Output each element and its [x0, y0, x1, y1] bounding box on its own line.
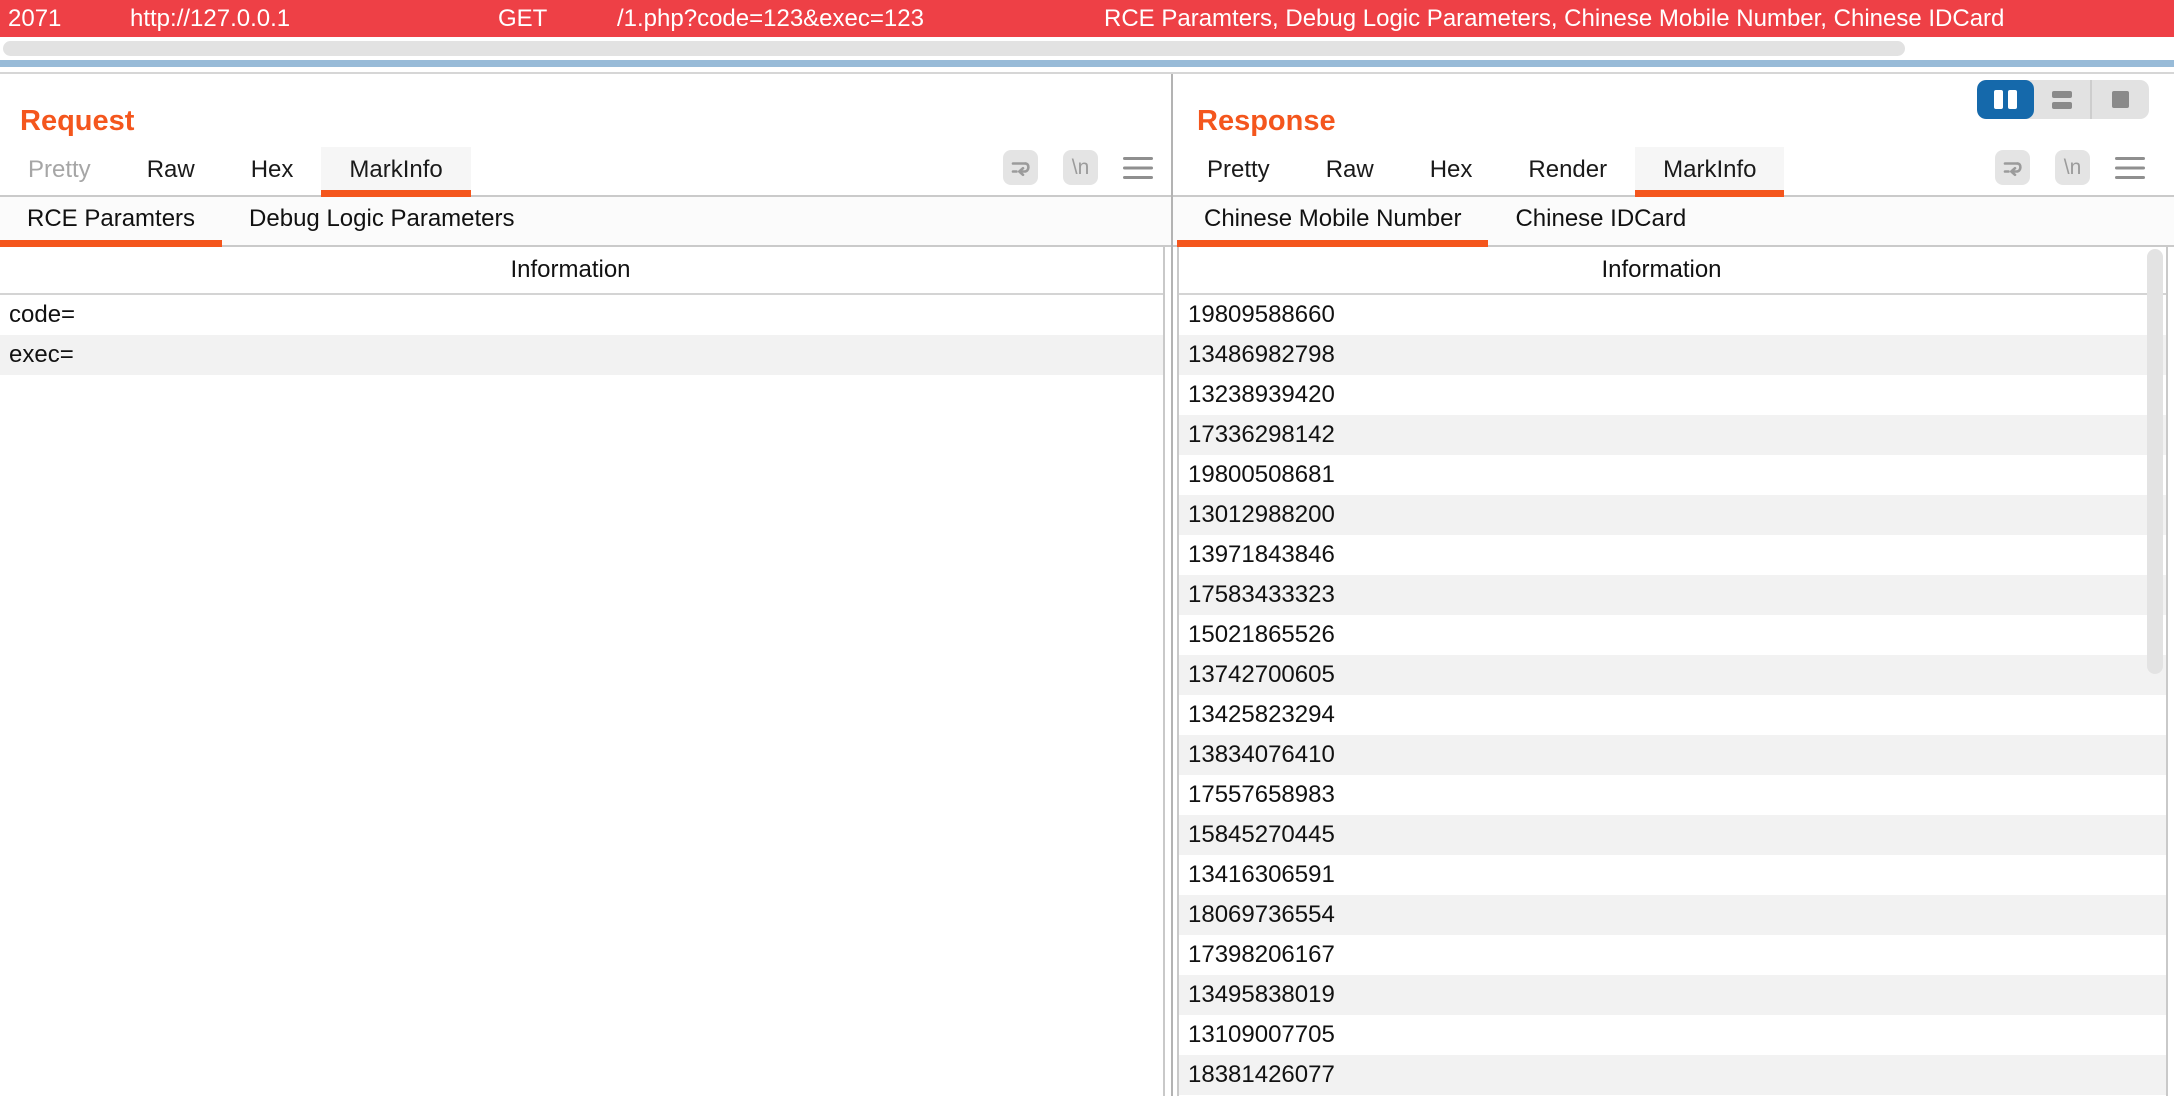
vertical-scrollbar-thumb[interactable] — [2147, 249, 2163, 674]
message-editor-panels: Request Pretty Raw Hex MarkInfo \n RCE Para… — [0, 72, 2174, 1096]
information-column-header[interactable]: Information — [1179, 247, 2166, 295]
information-column-header[interactable]: Information — [0, 247, 1163, 295]
request-editor-tabs: Pretty Raw Hex MarkInfo — [0, 147, 1171, 197]
request-markinfo-table: Information code= exec= — [0, 247, 1165, 1096]
table-row[interactable]: 19800508681 — [1179, 455, 2166, 495]
horizontal-scrollbar-thumb[interactable] — [3, 41, 1905, 56]
response-editor-toolbar: \n — [1995, 150, 2145, 185]
focus-separator-line — [0, 60, 2174, 67]
newline-toggle-icon[interactable]: \n — [2055, 150, 2090, 185]
stacked-rows-layout-button[interactable] — [2034, 80, 2091, 119]
tab-markinfo[interactable]: MarkInfo — [321, 147, 472, 197]
table-row[interactable]: 15845270445 — [1179, 815, 2166, 855]
tab-hex[interactable]: Hex — [223, 147, 322, 195]
table-row[interactable]: 13109007705 — [1179, 1015, 2166, 1055]
subtab-rce-paramters[interactable]: RCE Paramters — [0, 197, 223, 247]
rows-layout-icon — [2052, 90, 2072, 109]
response-markinfo-rows: 19809588660 13486982798 13238939420 1733629… — [1179, 295, 2166, 1095]
table-row[interactable]: 13742700605 — [1179, 655, 2166, 695]
request-panel: Request Pretty Raw Hex MarkInfo \n RCE Para… — [0, 74, 1171, 1096]
single-layout-icon — [2112, 91, 2130, 108]
table-row[interactable]: 18381426077 — [1179, 1055, 2166, 1095]
columns-layout-icon — [2007, 90, 2017, 109]
hamburger-menu-icon[interactable] — [2115, 150, 2145, 185]
request-markinfo-subtabs: RCE Paramters Debug Logic Parameters — [0, 197, 1171, 247]
tab-markinfo[interactable]: MarkInfo — [1635, 147, 1785, 197]
tab-render[interactable]: Render — [1500, 147, 1635, 195]
split-columns-layout-button[interactable] — [1977, 80, 2034, 119]
tab-pretty[interactable]: Pretty — [1179, 147, 1298, 195]
response-panel: Response Pretty Raw Hex Render MarkInfo \n C… — [1173, 74, 2174, 1096]
response-markinfo-table: Information 19809588660 13486982798 132389… — [1177, 247, 2168, 1096]
request-tags: RCE Paramters, Debug Logic Parameters, C… — [1104, 4, 2005, 32]
request-editor-toolbar: \n — [1003, 150, 1153, 185]
table-row[interactable]: 13012988200 — [1179, 495, 2166, 535]
request-path: /1.php?code=123&exec=123 — [617, 4, 924, 32]
request-panel-title: Request — [20, 105, 135, 137]
table-row[interactable]: exec= — [0, 335, 1163, 375]
tab-pretty[interactable]: Pretty — [0, 147, 119, 195]
table-row[interactable]: 17398206167 — [1179, 935, 2166, 975]
subtab-debug-logic-parameters[interactable]: Debug Logic Parameters — [222, 197, 541, 245]
soft-wrap-icon[interactable] — [1003, 150, 1038, 185]
single-view-layout-button[interactable] — [2092, 80, 2149, 119]
newline-toggle-icon[interactable]: \n — [1063, 150, 1098, 185]
table-row[interactable]: 13238939420 — [1179, 375, 2166, 415]
request-markinfo-rows: code= exec= — [0, 295, 1163, 375]
table-row[interactable]: 13971843846 — [1179, 535, 2166, 575]
tab-raw[interactable]: Raw — [1298, 147, 1402, 195]
table-row[interactable]: 13486982798 — [1179, 335, 2166, 375]
hamburger-menu-icon[interactable] — [1123, 150, 1153, 185]
table-row[interactable]: 13834076410 — [1179, 735, 2166, 775]
table-row[interactable]: 15021865526 — [1179, 615, 2166, 655]
columns-layout-icon — [1993, 90, 2003, 109]
request-id: 2071 — [8, 4, 62, 32]
request-host: http://127.0.0.1 — [130, 4, 291, 32]
table-row[interactable]: 17557658983 — [1179, 775, 2166, 815]
vertical-scrollbar-track[interactable] — [2144, 247, 2166, 1096]
table-row[interactable]: 17583433323 — [1179, 575, 2166, 615]
horizontal-scrollbar-track[interactable] — [0, 37, 2174, 60]
subtab-chinese-idcard[interactable]: Chinese IDCard — [1488, 197, 1713, 245]
table-row[interactable]: 13425823294 — [1179, 695, 2166, 735]
soft-wrap-icon[interactable] — [1995, 150, 2030, 185]
table-row[interactable]: 17336298142 — [1179, 415, 2166, 455]
table-row[interactable]: code= — [0, 295, 1163, 335]
response-panel-title: Response — [1197, 105, 1336, 137]
table-row[interactable]: 13416306591 — [1179, 855, 2166, 895]
request-method: GET — [498, 4, 548, 32]
response-markinfo-subtabs: Chinese Mobile Number Chinese IDCard — [1173, 197, 2174, 247]
http-history-selected-row[interactable]: 2071 http://127.0.0.1 GET /1.php?code=12… — [0, 0, 2174, 37]
subtab-chinese-mobile-number[interactable]: Chinese Mobile Number — [1177, 197, 1489, 247]
table-row[interactable]: 18069736554 — [1179, 895, 2166, 935]
layout-switcher — [1977, 80, 2149, 119]
table-row[interactable]: 19809588660 — [1179, 295, 2166, 335]
table-row[interactable]: 13495838019 — [1179, 975, 2166, 1015]
tab-hex[interactable]: Hex — [1402, 147, 1501, 195]
tab-raw[interactable]: Raw — [119, 147, 223, 195]
